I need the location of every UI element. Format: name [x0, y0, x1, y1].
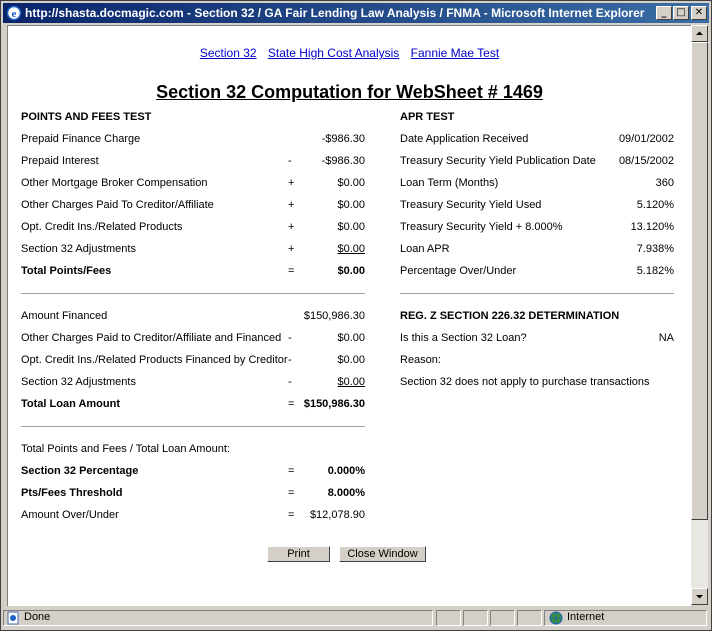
row-operator: -: [288, 155, 292, 167]
row-value: 0.000%: [327, 465, 365, 477]
row-value: 5.182%: [636, 265, 674, 277]
globe-icon: [549, 611, 563, 625]
row-value: 360: [655, 177, 674, 189]
row-value: $0.00: [337, 243, 365, 255]
row-label: Amount Over/Under: [21, 509, 119, 521]
row-label: Treasury Security Yield Publication Date: [400, 155, 596, 167]
status-text: Done: [24, 611, 51, 623]
row-value: 09/01/2002: [618, 133, 674, 145]
row-value: $0.00: [337, 332, 365, 344]
row-value: $12,078.90: [309, 509, 365, 521]
window-title: http://shasta.docmagic.com - Section 32 …: [25, 6, 645, 20]
row-operator: =: [288, 265, 295, 277]
maximize-button[interactable]: □: [673, 6, 689, 20]
browser-window: e http://shasta.docmagic.com - Section 3…: [0, 0, 712, 631]
nav-links: Section 32 State High Cost Analysis Fann…: [8, 46, 691, 60]
row-label: Other Mortgage Broker Compensation: [21, 177, 208, 189]
status-pane: [463, 610, 488, 626]
apr-test-header: APR TEST: [400, 111, 455, 123]
total-value: $150,986.30: [303, 398, 365, 410]
row-value: 08/15/2002: [618, 155, 674, 167]
status-pane: [490, 610, 515, 626]
row-operator: +: [288, 243, 295, 255]
total-value: $0.00: [337, 265, 365, 277]
determination-header: REG. Z SECTION 226.32 DETERMINATION: [400, 310, 620, 322]
row-operator: =: [288, 465, 295, 477]
scroll-down-button[interactable]: [691, 588, 708, 605]
link-fannie-mae[interactable]: Fannie Mae Test: [411, 46, 500, 60]
title-bar[interactable]: e http://shasta.docmagic.com - Section 3…: [3, 3, 709, 23]
scroll-thumb[interactable]: [691, 42, 708, 520]
total-label: Total Loan Amount: [21, 398, 120, 410]
page-title: Section 32 Computation for WebSheet # 14…: [156, 82, 543, 102]
ratio-caption: Total Points and Fees / Total Loan Amoun…: [21, 443, 230, 455]
row-label: Pts/Fees Threshold: [21, 487, 123, 499]
arrow-down-icon: [696, 595, 703, 599]
row-value: $0.00: [337, 354, 365, 366]
vertical-scrollbar[interactable]: [691, 25, 708, 605]
row-operator: +: [288, 221, 295, 233]
row-value: $0.00: [337, 177, 365, 189]
row-label: Section 32 Adjustments: [21, 376, 136, 388]
row-label: Section 32 Adjustments: [21, 243, 136, 255]
divider: [21, 293, 365, 294]
row-value: $150,986.30: [303, 310, 365, 322]
link-section-32[interactable]: Section 32: [200, 46, 257, 60]
status-pane: [517, 610, 542, 626]
row-label: Date Application Received: [400, 133, 529, 145]
row-label: Opt. Credit Ins./Related Products Financ…: [21, 354, 288, 366]
row-operator: -: [288, 354, 292, 366]
row-label: Opt. Credit Ins./Related Products: [21, 221, 183, 233]
points-fees-header: POINTS AND FEES TEST: [21, 111, 152, 123]
row-value: $0.00: [337, 221, 365, 233]
total-label: Total Points/Fees: [21, 265, 112, 277]
row-label: Treasury Security Yield + 8.000%: [400, 221, 563, 233]
close-window-button[interactable]: Close Window: [339, 546, 426, 562]
row-value: -$986.30: [321, 133, 365, 145]
row-label: Other Charges Paid to Creditor/Affiliate…: [21, 332, 282, 344]
row-value: 13.120%: [630, 221, 674, 233]
row-label: Prepaid Finance Charge: [21, 133, 141, 145]
row-operator: -: [288, 376, 292, 388]
row-label: Treasury Security Yield Used: [400, 199, 542, 211]
divider: [21, 426, 365, 427]
arrow-up-icon: [696, 31, 703, 35]
row-value: 8.000%: [327, 487, 365, 499]
reason-label: Reason:: [400, 354, 441, 366]
row-value: $0.00: [337, 376, 365, 388]
status-main: Done: [3, 610, 433, 626]
row-operator: +: [288, 177, 295, 189]
determination-answer: NA: [658, 332, 674, 344]
minimize-button[interactable]: _: [656, 6, 672, 20]
row-label: Other Charges Paid To Creditor/Affiliate: [21, 199, 214, 211]
row-value: 7.938%: [636, 243, 674, 255]
row-value: $0.00: [337, 199, 365, 211]
row-operator: +: [288, 199, 295, 211]
determination-question: Is this a Section 32 Loan?: [400, 332, 527, 344]
status-bar: Done Internet: [3, 608, 709, 628]
row-operator: =: [288, 487, 295, 499]
link-state-high-cost[interactable]: State High Cost Analysis: [268, 46, 399, 60]
row-label: Loan APR: [400, 243, 450, 255]
page-icon: [7, 611, 19, 625]
close-button[interactable]: ✕: [691, 6, 707, 20]
reason-text: Section 32 does not apply to purchase tr…: [400, 376, 650, 388]
security-zone: Internet: [544, 610, 707, 626]
row-label: Prepaid Interest: [21, 155, 99, 167]
row-label: Amount Financed: [21, 310, 108, 322]
row-label: Percentage Over/Under: [400, 265, 517, 277]
row-operator: -: [288, 332, 292, 344]
print-button[interactable]: Print: [267, 546, 330, 562]
status-pane: [436, 610, 461, 626]
scroll-up-button[interactable]: [691, 25, 708, 42]
row-label: Section 32 Percentage: [21, 465, 139, 477]
row-label: Loan Term (Months): [400, 177, 499, 189]
divider: [400, 293, 674, 294]
internet-explorer-icon: e: [6, 5, 22, 21]
svg-text:e: e: [12, 8, 17, 20]
row-value: -$986.30: [321, 155, 365, 167]
row-value: 5.120%: [636, 199, 674, 211]
zone-label: Internet: [567, 611, 605, 623]
page-content: Section 32 State High Cost Analysis Fann…: [7, 25, 691, 606]
